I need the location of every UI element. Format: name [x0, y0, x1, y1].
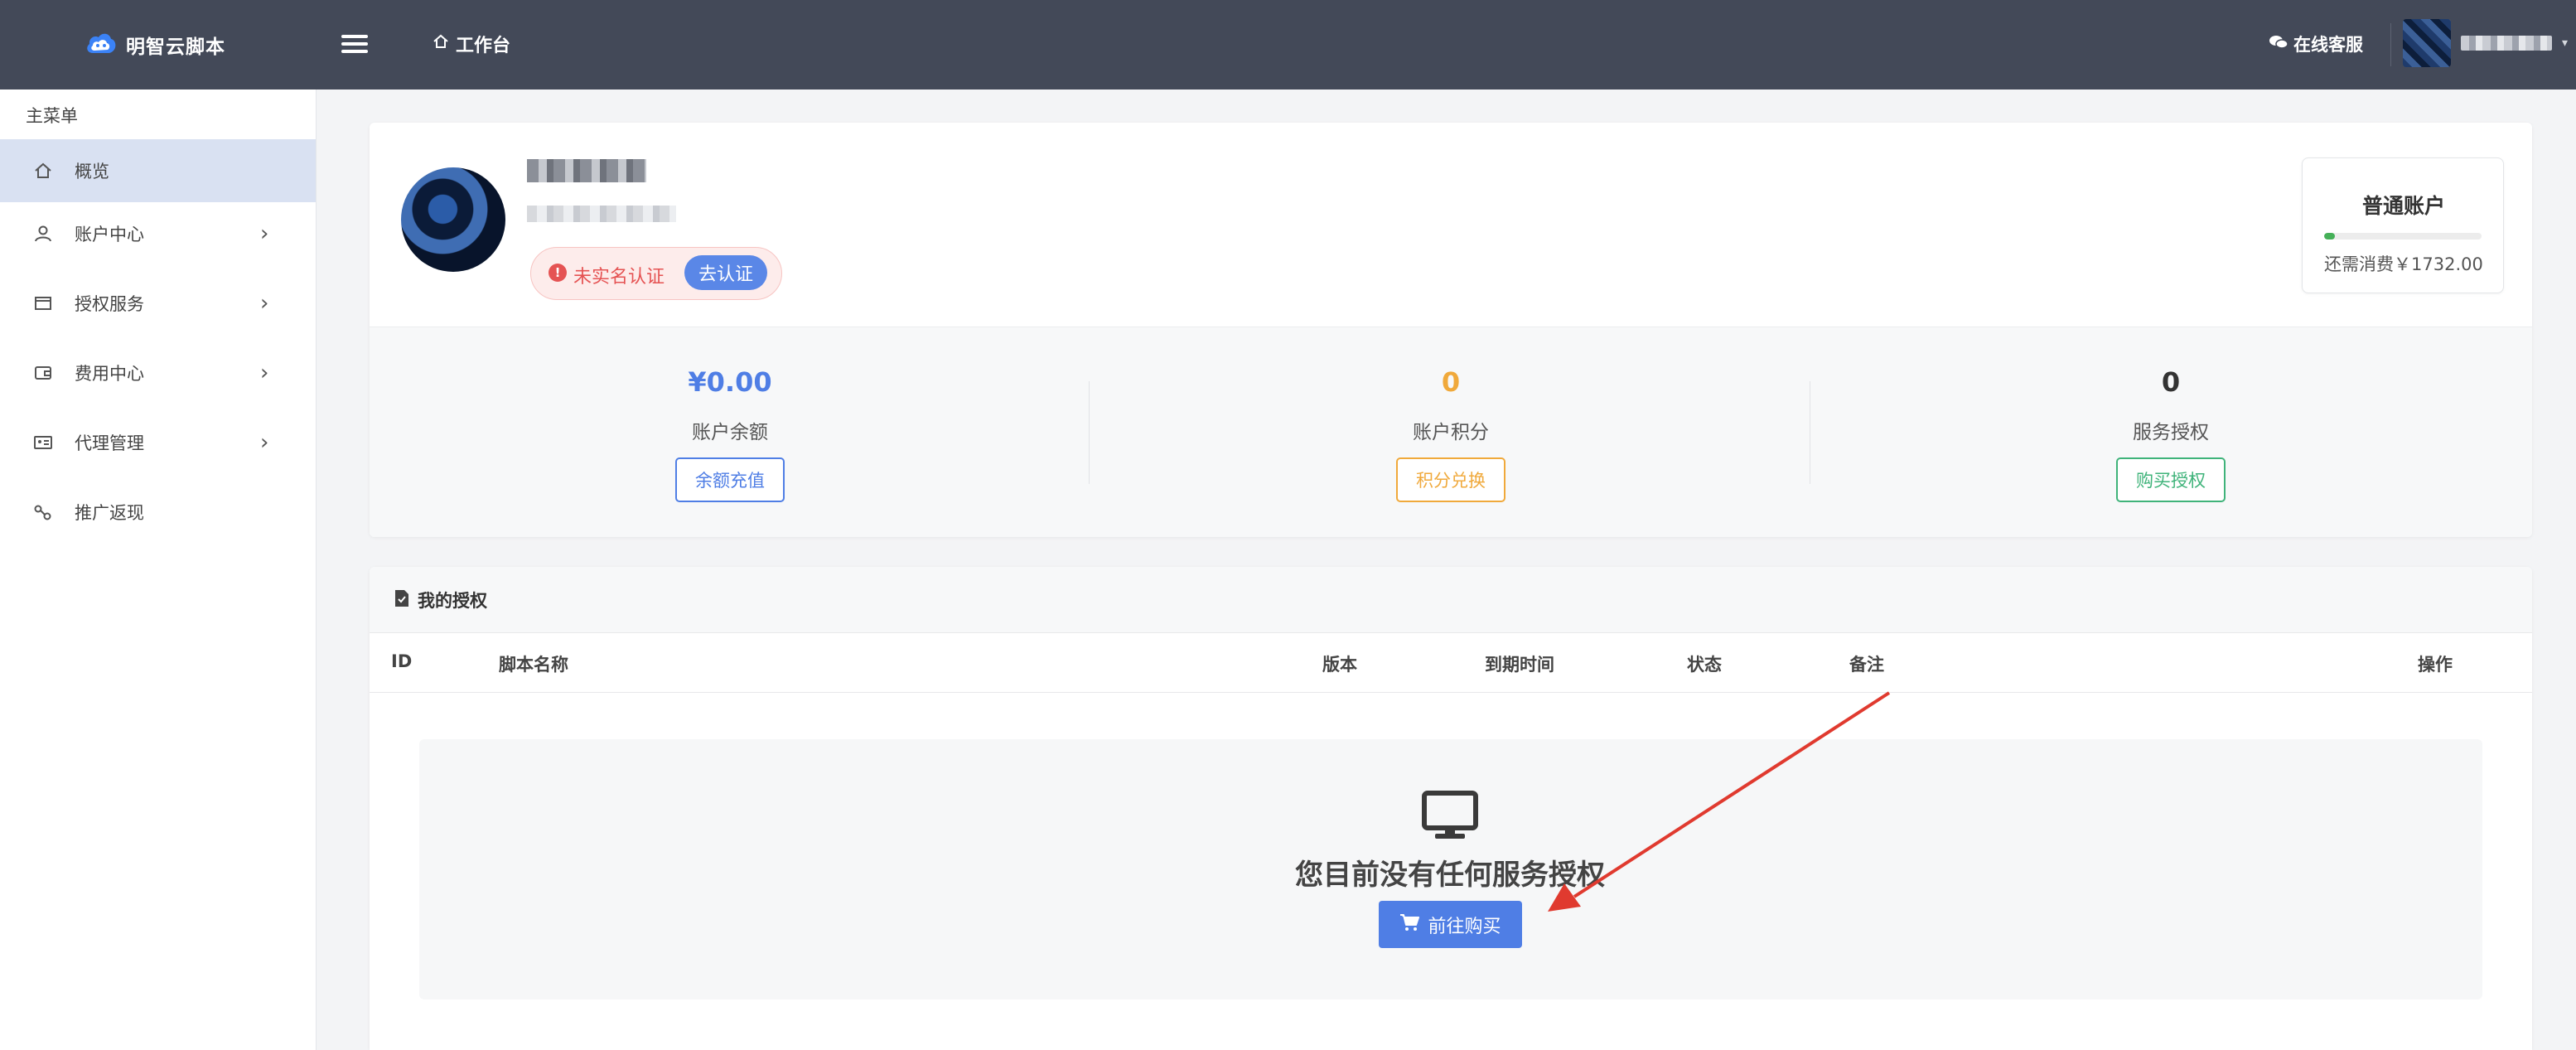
user-name-blurred [2461, 36, 2552, 51]
verification-status-text: 未实名认证 [573, 267, 665, 288]
chat-icon [2269, 34, 2288, 55]
online-service-label: 在线客服 [2293, 35, 2363, 55]
stat-label: 账户余额 [692, 422, 768, 443]
brand-name: 明智云脚本 [126, 36, 225, 58]
table-header [370, 635, 2532, 693]
cloud-logo-icon [85, 30, 118, 60]
monitor-icon [1422, 791, 1478, 844]
caret-down-icon: ▾ [2562, 36, 2569, 50]
go-buy-button[interactable]: 前往购买 [1379, 901, 1522, 948]
column-header-remark: 备注 [1849, 655, 1884, 675]
go-buy-button-label: 前往购买 [1428, 916, 1501, 937]
chevron-right-icon: › [260, 291, 269, 316]
stat-value: 0 [1441, 366, 1461, 398]
cart-icon [1399, 913, 1420, 936]
stat-divider [1089, 381, 1090, 484]
id-card-icon [31, 431, 55, 454]
stat-label: 账户积分 [1413, 422, 1489, 443]
menu-toggle-icon[interactable] [340, 30, 370, 58]
stat-label: 服务授权 [2133, 422, 2209, 443]
stat-value: 0 [2161, 366, 2181, 398]
buy-authorization-button[interactable]: 购买授权 [2116, 457, 2226, 502]
sidebar-item-label: 账户中心 [75, 225, 144, 244]
column-header-id: ID [391, 651, 413, 671]
chevron-right-icon: › [260, 221, 269, 246]
chevron-right-icon: › [260, 360, 269, 385]
sidebar: 主菜单 概览 账户中心 › 授权服务 › 费用中心 › 代理管理 › 推广返现 [0, 90, 317, 1050]
profile-name-blurred [527, 159, 646, 182]
top-bar: 明智云脚本 工作台 在线客服 ▾ [0, 0, 2576, 90]
sidebar-item-label: 代理管理 [75, 433, 144, 453]
sidebar-item-label: 费用中心 [75, 364, 144, 384]
redeem-points-button[interactable]: 积分兑换 [1396, 457, 1505, 502]
account-level-box: 普通账户 还需消费￥1732.00 [2302, 157, 2504, 293]
recharge-button[interactable]: 余额充值 [675, 457, 785, 502]
column-header-expiry: 到期时间 [1485, 655, 1554, 675]
level-progress-fill [2324, 233, 2336, 240]
profile-subtitle-blurred [527, 206, 676, 222]
auth-card-title: 我的授权 [394, 588, 487, 612]
window-icon [31, 292, 55, 315]
level-remaining-text: 还需消费￥1732.00 [2324, 254, 2483, 274]
sidebar-item-agent[interactable]: 代理管理 › [0, 411, 316, 474]
sidebar-item-label: 推广返现 [75, 503, 144, 523]
breadcrumb-label: 工作台 [456, 36, 511, 56]
verify-button[interactable]: 去认证 [684, 255, 767, 290]
sidebar-item-account[interactable]: 账户中心 › [0, 202, 316, 265]
empty-state-text: 您目前没有任何服务授权 [1295, 859, 1605, 892]
sidebar-item-label: 概览 [75, 162, 109, 181]
online-service-link[interactable]: 在线客服 [2269, 30, 2363, 58]
account-level-title: 普通账户 [2361, 194, 2445, 218]
sidebar-item-overview[interactable]: 概览 [0, 139, 316, 202]
sidebar-item-billing[interactable]: 费用中心 › [0, 341, 316, 404]
auth-card-header [370, 567, 2532, 633]
warning-icon: ! [549, 264, 567, 282]
document-icon [394, 589, 409, 612]
user-avatar [2403, 19, 2451, 67]
sidebar-item-label: 授权服务 [75, 294, 144, 314]
column-header-script-name: 脚本名称 [499, 655, 568, 675]
column-header-status: 状态 [1687, 655, 1722, 675]
column-header-actions: 操作 [2418, 655, 2453, 675]
home-icon [433, 33, 449, 55]
topbar-divider [2390, 23, 2391, 66]
profile-avatar [401, 167, 505, 272]
share-icon [31, 501, 55, 524]
sidebar-item-referral[interactable]: 推广返现 [0, 481, 316, 544]
user-menu[interactable]: ▾ [2403, 18, 2568, 68]
chevron-right-icon: › [260, 430, 269, 455]
column-header-version: 版本 [1322, 655, 1357, 675]
brand[interactable]: 明智云脚本 [85, 27, 225, 63]
home-icon [31, 159, 55, 182]
auth-card-title-text: 我的授权 [418, 591, 487, 611]
sidebar-item-authorization[interactable]: 授权服务 › [0, 272, 316, 335]
wallet-icon [31, 361, 55, 385]
user-icon [31, 222, 55, 245]
breadcrumb-workbench[interactable]: 工作台 [433, 30, 510, 58]
stat-value: ¥0.00 [688, 366, 772, 398]
sidebar-title: 主菜单 [26, 106, 78, 126]
level-progress-bar [2324, 233, 2482, 240]
